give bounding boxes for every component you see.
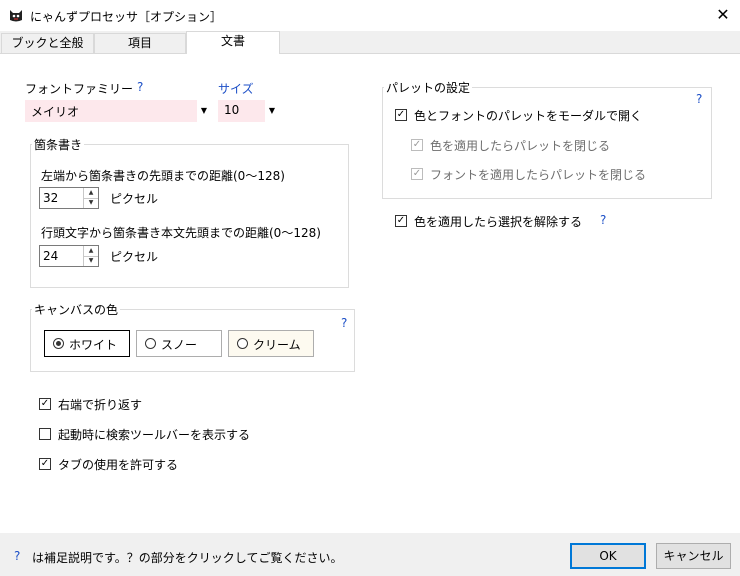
close-on-color-label: 色を適用したらパレットを閉じる (430, 139, 611, 153)
bullet-left-stepper[interactable]: 32 ▲ ▼ (39, 187, 99, 209)
palette-modal-checkbox[interactable]: ✓ (395, 109, 407, 121)
font-size-select[interactable]: 10 ▼ (218, 100, 279, 122)
allow-tab-checkbox[interactable]: ✓ (39, 458, 51, 470)
canvas-color-title: キャンバスの色 (32, 301, 121, 318)
spin-down-icon[interactable]: ▼ (84, 198, 98, 208)
deselect-checkbox[interactable]: ✓ (395, 215, 407, 227)
deselect-label: 色を適用したら選択を解除する (414, 215, 583, 229)
radio-icon (145, 338, 156, 349)
chevron-down-icon: ▼ (197, 100, 211, 122)
bullet-body-stepper[interactable]: 24 ▲ ▼ (39, 245, 99, 267)
bullets-group-title: 箇条書き (32, 136, 85, 153)
radio-selected-icon (53, 338, 64, 349)
canvas-option-white[interactable]: ホワイト (44, 330, 130, 357)
spin-down-icon[interactable]: ▼ (84, 256, 98, 266)
wrap-label: 右端で折り返す (58, 398, 143, 412)
bullet-left-value: 32 (43, 191, 59, 205)
allow-tab-label: タブの使用を許可する (58, 458, 179, 472)
tab-items[interactable]: 項目 (94, 33, 186, 53)
radio-icon (237, 338, 248, 349)
palette-group-title: パレットの設定 (384, 79, 473, 96)
cat-app-icon (10, 10, 22, 22)
bullet-left-label: 左端から箇条書きの先頭までの距離(0〜128) (41, 169, 285, 183)
canvas-option-cream[interactable]: クリーム (228, 330, 314, 357)
palette-modal-label: 色とフォントのパレットをモーダルで開く (414, 109, 643, 123)
search-bar-label: 起動時に検索ツールバーを表示する (58, 428, 251, 442)
bullet-body-value: 24 (43, 249, 59, 263)
cancel-button[interactable]: キャンセル (656, 543, 731, 569)
window-title: にゃんずプロセッサ［オプション］ (30, 10, 223, 24)
chevron-down-icon: ▼ (265, 100, 279, 122)
title-bar: にゃんずプロセッサ［オプション］ ✕ (0, 0, 740, 31)
close-on-color-checkbox[interactable]: ✓ (411, 139, 423, 151)
canvas-option-snow[interactable]: スノー (136, 330, 222, 357)
font-family-label: フォントファミリー (25, 82, 134, 96)
bullet-left-unit: ピクセル (110, 192, 159, 206)
close-on-font-checkbox[interactable]: ✓ (411, 168, 423, 180)
font-family-select[interactable]: メイリオ ▼ (25, 100, 211, 122)
footer-help-mark: ? (14, 549, 21, 563)
deselect-help-link[interactable]: ? (600, 213, 606, 227)
font-size-label: サイズ (218, 82, 254, 96)
font-size-value: 10 (224, 103, 240, 117)
close-on-font-label: フォントを適用したらパレットを閉じる (430, 168, 647, 182)
bullet-body-unit: ピクセル (110, 250, 159, 264)
close-button[interactable]: ✕ (712, 4, 734, 26)
bullet-body-label: 行頭文字から箇条書き本文先頭までの距離(0〜128) (41, 226, 321, 240)
ok-button[interactable]: OK (570, 543, 646, 569)
wrap-checkbox[interactable]: ✓ (39, 398, 51, 410)
footer-note: は補足説明です。？の部分をクリックしてご覧ください。 (32, 551, 343, 565)
canvas-help-link[interactable]: ? (341, 316, 347, 330)
tab-document[interactable]: 文書 (186, 31, 280, 54)
palette-help-link[interactable]: ? (696, 92, 702, 106)
search-bar-checkbox[interactable] (39, 428, 51, 440)
font-help-link[interactable]: ? (137, 80, 143, 94)
close-icon: ✕ (716, 5, 730, 24)
tab-book-general[interactable]: ブックと全般 (1, 33, 94, 53)
font-family-value: メイリオ (31, 105, 80, 119)
